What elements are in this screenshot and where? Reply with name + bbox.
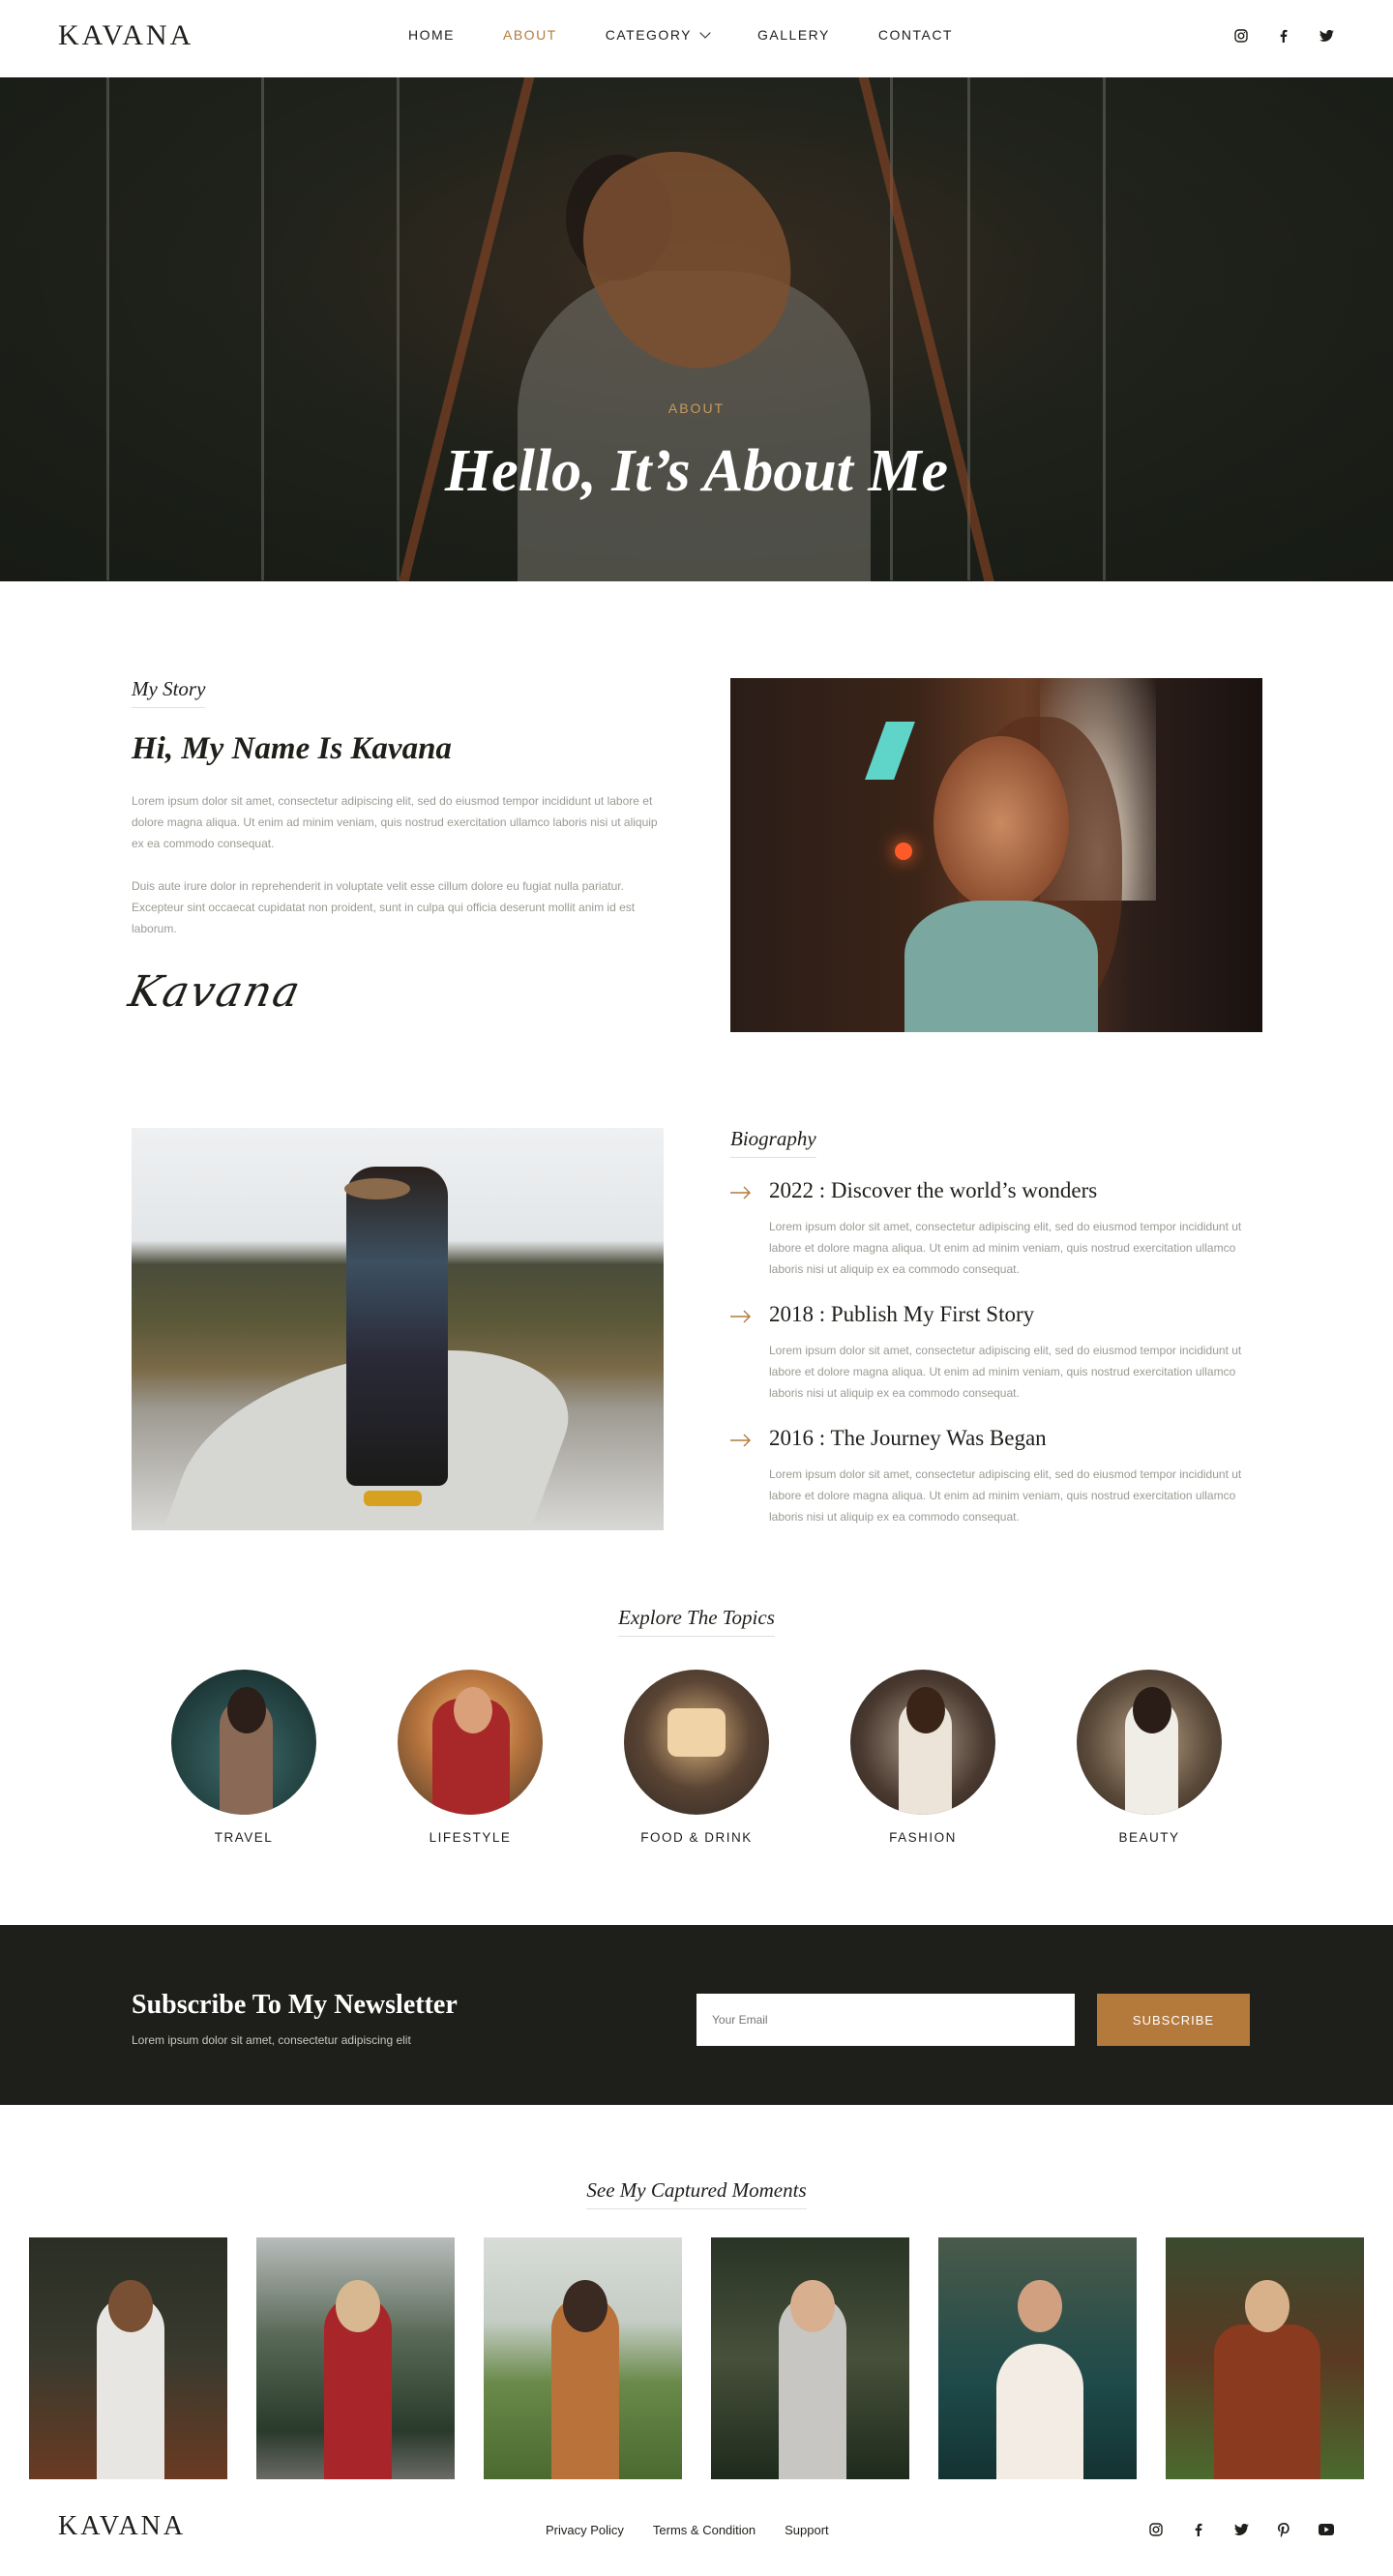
instagram-icon[interactable] [1147,2521,1165,2538]
site-logo[interactable]: KAVANA [58,19,193,52]
topic-name: LIFESTYLE [429,1830,512,1845]
topic-figure-head [906,1687,945,1733]
twitter-icon[interactable] [1232,2521,1250,2538]
pinterest-icon[interactable] [1275,2521,1292,2538]
moments-label-wrap: See My Captured Moments [0,2178,1393,2209]
newsletter-title: Subscribe To My Newsletter [132,1990,458,2020]
nav-contact[interactable]: CONTACT [878,27,953,43]
moment-photo[interactable] [1166,2237,1364,2479]
youtube-icon[interactable] [1318,2521,1335,2538]
story-paragraph-1: Lorem ipsum dolor sit amet, consectetur … [132,794,658,850]
site-header: KAVANA HOME ABOUT CATEGORY GALLERY CONTA… [0,0,1393,77]
arrow-right-icon [730,1434,751,1447]
biography-item-text: Lorem ipsum dolor sit amet, consectetur … [769,1220,1242,1276]
photo-face [934,736,1069,910]
footer-social-links [1147,2521,1335,2538]
photo-figure [346,1167,448,1486]
topic-lifestyle[interactable]: LIFESTYLE [393,1670,548,1845]
photo-orange-light [895,843,912,860]
biography-item-text: Lorem ipsum dolor sit amet, consectetur … [769,1467,1242,1524]
topic-figure-head [454,1687,492,1733]
moment-figure-head [563,2280,608,2332]
nav-about[interactable]: ABOUT [503,27,557,43]
signature: Kavana [124,967,307,1017]
moment-photo[interactable] [29,2237,227,2479]
topic-name: TRAVEL [214,1830,274,1845]
biography-item-title: 2022 : Discover the world’s wonders [769,1178,1098,1202]
footer-links: Privacy Policy Terms & Condition Support [546,2523,829,2537]
topics-label-wrap: Explore The Topics [0,1606,1393,1637]
footer-link-terms[interactable]: Terms & Condition [653,2523,756,2537]
moment-photo[interactable] [256,2237,455,2479]
topic-food-plate [667,1708,726,1757]
topic-fashion[interactable]: FASHION [845,1670,1000,1845]
topic-travel-image [171,1670,316,1815]
topic-fashion-image [850,1670,995,1815]
moment-figure-head [1018,2280,1062,2332]
biography-item-title: 2016 : The Journey Was Began [769,1426,1047,1450]
hero-kicker: ABOUT [667,400,726,416]
chevron-down-icon [699,26,711,39]
newsletter-subtitle: Lorem ipsum dolor sit amet, consectetur … [132,2033,411,2047]
moment-figure-dog [996,2344,1083,2479]
footer-link-privacy[interactable]: Privacy Policy [546,2523,624,2537]
instagram-icon[interactable] [1232,27,1250,44]
topic-food-drink-image [624,1670,769,1815]
story-paragraph-2: Duis aute irure dolor in reprehenderit i… [132,879,636,935]
moments-label: See My Captured Moments [586,2178,807,2209]
arrow-right-icon [730,1186,751,1199]
moment-figure-hat [108,2280,153,2332]
topic-beauty-image [1077,1670,1222,1815]
biography-item-text: Lorem ipsum dolor sit amet, consectetur … [769,1344,1242,1400]
moment-horse [1214,2324,1320,2479]
story-label: My Story [132,677,206,708]
moment-figure-head [1245,2280,1289,2332]
moment-photo[interactable] [484,2237,682,2479]
topic-beauty[interactable]: BEAUTY [1072,1670,1227,1845]
photo-shirt [904,901,1098,1032]
story-photo [730,678,1262,1032]
moment-figure-head [336,2280,380,2332]
topic-lifestyle-image [398,1670,543,1815]
nav-home[interactable]: HOME [408,27,455,43]
moment-photo[interactable] [938,2237,1137,2479]
biography-photo [132,1128,664,1530]
footer-logo[interactable]: KAVANA [58,2511,186,2542]
topic-food-drink[interactable]: FOOD & DRINK [619,1670,774,1845]
topic-travel[interactable]: TRAVEL [166,1670,321,1845]
nav-category-label: CATEGORY [605,27,693,43]
topics-label: Explore The Topics [618,1606,775,1637]
biography-item-title: 2018 : Publish My First Story [769,1302,1035,1326]
main-nav: HOME ABOUT CATEGORY GALLERY CONTACT [408,26,1001,43]
nav-category[interactable]: CATEGORY [605,26,711,43]
arrow-right-icon [730,1310,751,1323]
photo-boots [364,1491,422,1506]
facebook-icon[interactable] [1275,27,1292,44]
facebook-icon[interactable] [1190,2521,1207,2538]
story-title: Hi, My Name Is Kavana [132,731,452,766]
topic-name: FASHION [889,1830,957,1845]
topic-name: FOOD & DRINK [640,1830,753,1845]
hero-title: Hello, It’s About Me [444,438,949,504]
email-input[interactable] [696,1994,1075,2046]
hero-banner: ABOUT Hello, It’s About Me [0,77,1393,581]
biography-label: Biography [730,1127,816,1158]
topic-name: BEAUTY [1118,1830,1180,1845]
header-social-links [1232,27,1335,44]
footer-link-support[interactable]: Support [785,2523,829,2537]
moment-photo[interactable] [711,2237,909,2479]
photo-hat [344,1178,410,1199]
subscribe-button[interactable]: SUBSCRIBE [1097,1994,1250,2046]
topic-figure-head [1133,1687,1171,1733]
moment-figure-head [790,2280,835,2332]
topic-figure-head [227,1687,266,1733]
nav-gallery[interactable]: GALLERY [757,27,830,43]
photo-teal-light [865,722,915,780]
twitter-icon[interactable] [1318,27,1335,44]
